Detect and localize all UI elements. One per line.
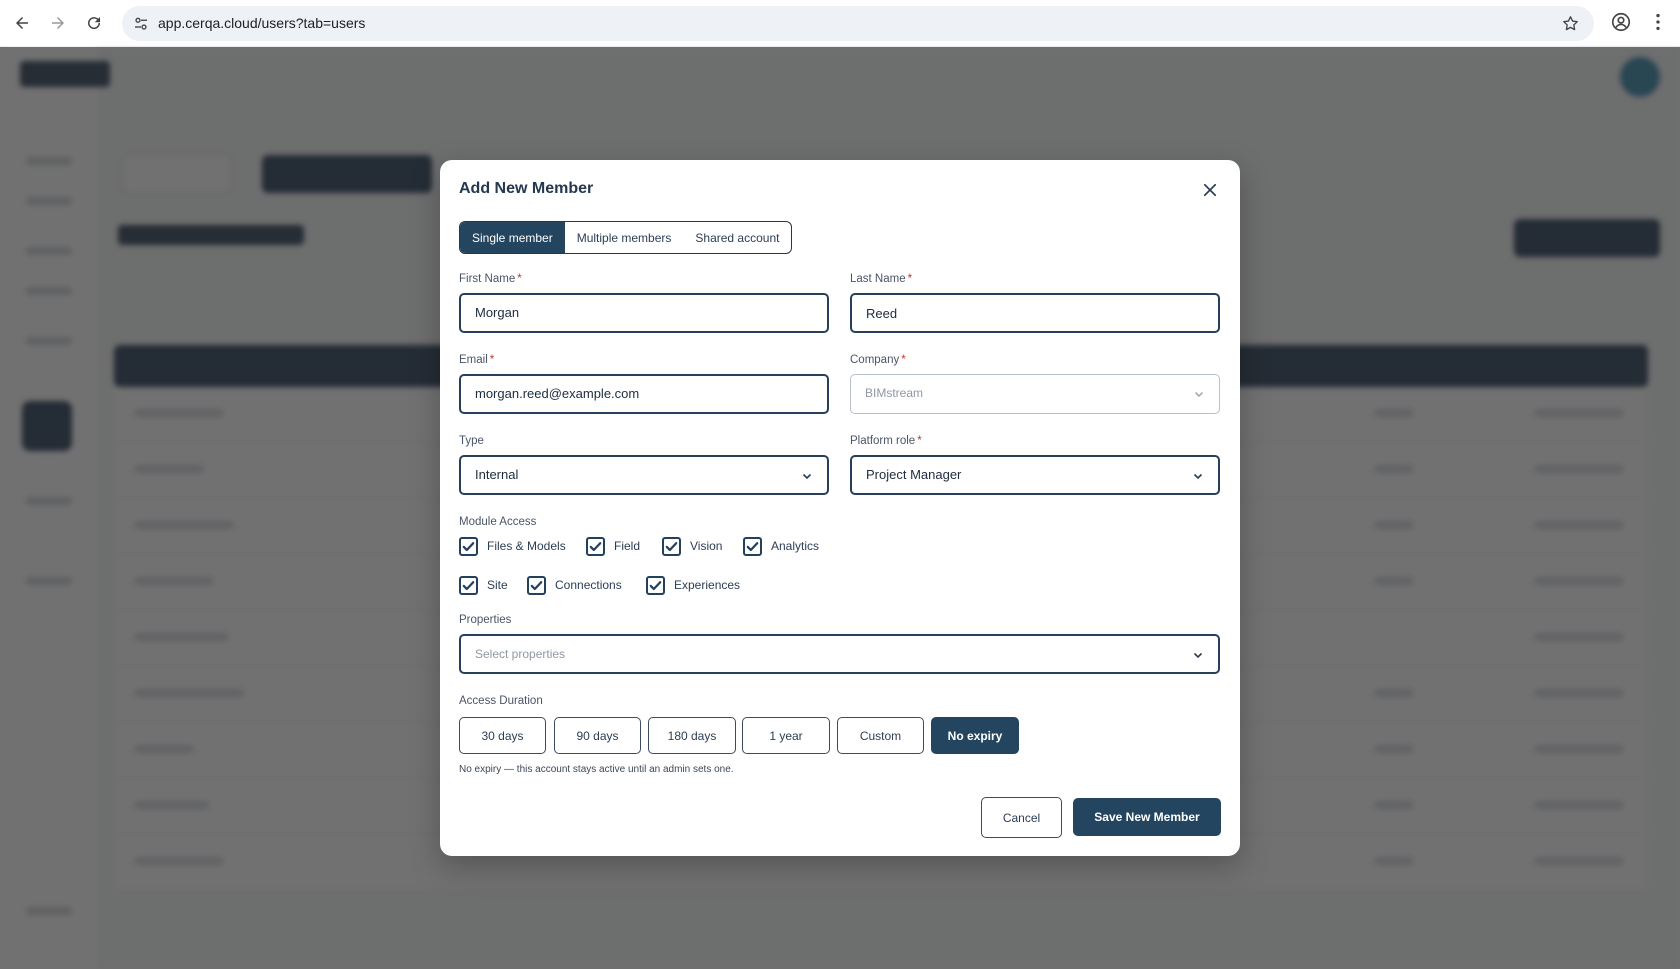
properties-select[interactable]: Select properties: [459, 634, 1220, 674]
url-text[interactable]: app.cerqa.cloud/users?tab=users: [158, 15, 365, 31]
site-settings-icon[interactable]: [132, 15, 150, 33]
email-label: Email *: [459, 354, 494, 366]
add-member-dialog: Add New Member Single member Multiple me…: [440, 160, 1240, 856]
duration-1-year-button[interactable]: 1 year: [742, 717, 830, 754]
company-label: Company *: [850, 354, 906, 366]
email-label-text: Email: [459, 354, 488, 366]
platform-role-select[interactable]: Project Manager: [850, 455, 1220, 495]
last-name-value: Reed: [866, 306, 898, 321]
platform-role-label-text: Platform role: [850, 435, 916, 447]
duration-custom-button[interactable]: Custom: [837, 717, 924, 754]
first-name-label: First Name *: [459, 273, 522, 285]
checkbox-checked-icon[interactable]: [743, 536, 762, 556]
last-name-label-text: Last Name: [850, 273, 906, 285]
required-marker: *: [489, 354, 495, 366]
duration-180-days-button[interactable]: 180 days: [648, 717, 736, 754]
module-label: Files & Models: [487, 539, 566, 553]
close-button[interactable]: [1198, 178, 1222, 202]
module-checkbox-site[interactable]: Site: [459, 575, 508, 595]
checkbox-checked-icon[interactable]: [459, 536, 478, 556]
platform-role-label: Platform role *: [850, 435, 922, 447]
first-name-label-text: First Name: [459, 273, 516, 285]
last-name-label: Last Name *: [850, 273, 912, 285]
member-type-tabs: Single member Multiple members Shared ac…: [459, 221, 793, 254]
module-label: Analytics: [771, 539, 820, 553]
module-checkbox-field[interactable]: Field: [586, 536, 640, 556]
reload-icon[interactable]: [81, 10, 107, 36]
company-select[interactable]: BIMstream: [850, 374, 1220, 414]
module-label: Connections: [555, 578, 622, 592]
required-marker: *: [907, 273, 913, 285]
access-duration-label: Access Duration: [459, 695, 543, 707]
module-checkbox-analytics[interactable]: Analytics: [743, 536, 819, 556]
module-label: Vision: [690, 539, 723, 553]
module-checkbox-vision[interactable]: Vision: [662, 536, 722, 556]
required-marker: *: [917, 435, 922, 447]
type-select[interactable]: Internal: [459, 455, 829, 495]
chevron-down-icon: [802, 473, 812, 480]
duration-help-text: No expiry — this account stays active un…: [459, 764, 734, 775]
module-checkbox-experiences[interactable]: Experiences: [646, 575, 740, 595]
chevron-down-icon: [1193, 652, 1203, 659]
module-access-label: Module Access: [459, 516, 537, 528]
duration-30-days-button[interactable]: 30 days: [459, 717, 546, 754]
company-label-text: Company: [850, 354, 900, 366]
duration-no-expiry-button[interactable]: No expiry: [931, 717, 1019, 754]
company-value: BIMstream: [865, 386, 924, 400]
module-checkbox-connections[interactable]: Connections: [527, 575, 622, 595]
email-input[interactable]: morgan.reed@example.com: [459, 374, 829, 414]
email-value: morgan.reed@example.com: [475, 386, 640, 401]
tab-multiple-members[interactable]: Multiple members: [565, 222, 684, 253]
required-marker: *: [517, 273, 522, 285]
tab-shared-account[interactable]: Shared account: [683, 222, 791, 253]
required-marker: *: [901, 354, 906, 366]
checkbox-checked-icon[interactable]: [586, 536, 605, 556]
checkbox-checked-icon[interactable]: [527, 575, 546, 595]
close-icon[interactable]: [1201, 181, 1219, 199]
chevron-down-icon: [1193, 473, 1203, 480]
tab-single-member[interactable]: Single member: [460, 222, 565, 253]
properties-label: Properties: [459, 614, 512, 626]
checkbox-checked-icon[interactable]: [662, 536, 681, 556]
module-label: Site: [487, 578, 508, 592]
chevron-down-icon: [1194, 391, 1204, 398]
bookmark-star-icon[interactable]: [1561, 14, 1580, 33]
address-bar[interactable]: app.cerqa.cloud/users?tab=users: [122, 6, 1594, 41]
module-checkbox-files-models[interactable]: Files & Models: [459, 536, 566, 556]
more-menu-icon[interactable]: [1647, 11, 1669, 33]
browser-toolbar: app.cerqa.cloud/users?tab=users: [0, 0, 1680, 47]
save-new-member-button[interactable]: Save New Member: [1073, 798, 1221, 836]
type-value: Internal: [475, 467, 519, 482]
dialog-title: Add New Member: [459, 180, 594, 197]
first-name-value: Morgan: [475, 305, 520, 320]
back-icon[interactable]: [9, 10, 35, 36]
last-name-input[interactable]: Reed: [850, 293, 1220, 333]
properties-placeholder: Select properties: [475, 647, 566, 661]
module-label: Field: [614, 539, 641, 553]
duration-90-days-button[interactable]: 90 days: [554, 717, 641, 754]
forward-icon[interactable]: [45, 10, 71, 36]
type-label: Type: [459, 435, 484, 447]
first-name-input[interactable]: Morgan: [459, 293, 829, 333]
checkbox-checked-icon[interactable]: [459, 575, 478, 595]
cancel-button[interactable]: Cancel: [981, 797, 1062, 838]
module-label: Experiences: [674, 578, 741, 592]
checkbox-checked-icon[interactable]: [646, 575, 665, 595]
platform-role-value: Project Manager: [866, 467, 962, 482]
profile-icon[interactable]: [1610, 11, 1632, 33]
